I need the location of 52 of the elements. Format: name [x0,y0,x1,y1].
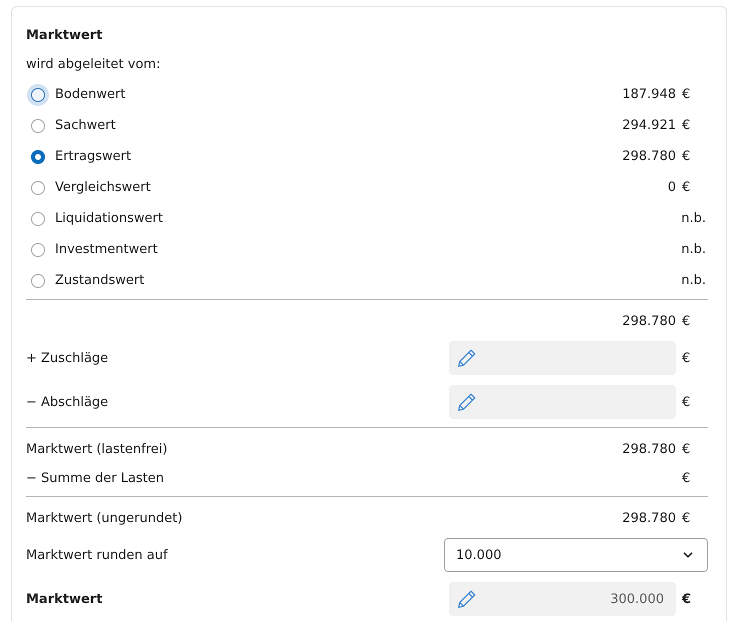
currency-unit: € [682,442,690,457]
row-label: Marktwert [26,592,102,606]
row-label: Marktwert (ungerundet) [26,511,182,526]
radio-label[interactable]: Investmentwert [55,242,158,257]
radio-label[interactable]: Zustandswert [55,273,144,288]
amount-value: 298.780 [622,314,676,329]
section-subtitle: wird abgeleitet vom: [26,56,160,74]
row-label: Marktwert runden auf [26,548,168,562]
currency-unit: € [682,592,692,606]
pencil-icon [458,590,476,608]
amount-value: 298.780 [622,511,676,526]
row-label: − Summe der Lasten [26,471,164,486]
rounding-dropdown[interactable]: 10.000 [444,538,708,572]
option-value: n.b. [681,211,707,226]
pencil-icon [458,393,476,411]
currency-unit: € [682,394,690,410]
radio-label[interactable]: Sachwert [55,118,116,133]
currency-unit: € [682,350,690,366]
radio-button[interactable] [31,274,45,288]
radio-label[interactable]: Liquidationswert [55,211,163,226]
currency-unit: € [682,149,690,164]
amount-input-field[interactable]: 300.000 [449,582,676,616]
chevron-down-icon [683,552,693,558]
option-value: n.b. [681,242,707,257]
currency-unit: € [682,314,690,329]
radio-button[interactable] [31,88,45,102]
currency-unit: € [682,87,690,102]
radio-button[interactable] [31,180,45,194]
section-title: Marktwert [26,27,102,45]
currency-unit: € [682,511,690,526]
row-label: Marktwert (lastenfrei) [26,442,168,457]
option-value: n.b. [681,273,707,288]
radio-button[interactable] [31,150,45,164]
option-value: 187.948 [622,87,676,102]
radio-button[interactable] [31,212,45,226]
row-label: + Zuschläge [26,350,108,366]
currency-unit: € [682,118,690,133]
option-value: 294.921 [622,118,676,133]
radio-button[interactable] [31,118,45,132]
pencil-icon [458,349,476,367]
amount-input-field[interactable] [449,385,676,419]
radio-label[interactable]: Bodenwert [55,87,126,102]
radio-button[interactable] [31,242,45,256]
amount-value: 298.780 [622,442,676,457]
row-label: − Abschläge [26,394,108,410]
radio-label[interactable]: Vergleichswert [55,180,151,195]
amount-input-field[interactable] [449,341,676,375]
option-value: 298.780 [622,149,676,164]
radio-label[interactable]: Ertragswert [55,149,132,164]
currency-unit: € [682,471,690,486]
currency-unit: € [682,180,690,195]
option-value: 0 [668,180,676,195]
